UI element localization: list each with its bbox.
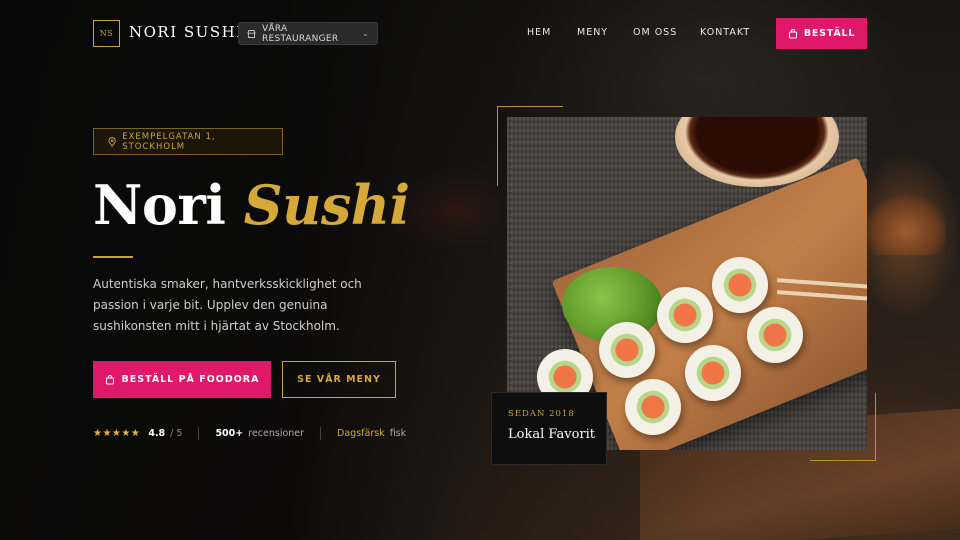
logo-text[interactable]: NORI SUSHI (129, 23, 244, 41)
rating-value: 4.8 (148, 427, 166, 439)
nav-item-kontakt[interactable]: KONTAKT (700, 27, 750, 38)
nav-item-om-oss[interactable]: OM OSS (633, 27, 677, 38)
site-header: NS NORI SUSHI VÅRA RESTAURANGER ⌄ HEM ME… (0, 0, 960, 66)
rating-max: / 5 (170, 427, 183, 439)
rating-stars: ★★★★★ (93, 427, 141, 439)
location-pin-icon (108, 136, 116, 147)
sushi-roll (657, 287, 713, 343)
badge-since: SEDAN 2018 (508, 409, 575, 419)
order-foodora-button[interactable]: BESTÄLL PÅ FOODORA (93, 361, 271, 398)
stats-separator (198, 426, 200, 440)
order-foodora-label: BESTÄLL PÅ FOODORA (121, 374, 260, 385)
since-badge: SEDAN 2018 Lokal Favorit (491, 392, 607, 465)
stats-row: ★★★★★ 4.8 / 5 500+ recensioner Dagsfärsk… (93, 426, 406, 440)
nav-item-meny[interactable]: MENY (577, 27, 608, 38)
fresh-highlight: Dagsfärsk (337, 427, 385, 439)
sushi-roll (625, 379, 681, 435)
restaurants-dropdown[interactable]: VÅRA RESTAURANGER ⌄ (238, 22, 378, 45)
hero-title-main: Nori (93, 173, 244, 237)
review-count: 500+ (215, 427, 244, 439)
see-menu-button[interactable]: SE VÅR MENY (282, 361, 396, 398)
sushi-roll (712, 257, 768, 313)
bag-icon (105, 374, 114, 384)
nav-item-hem[interactable]: HEM (527, 27, 551, 38)
hero-description: Autentiska smaker, hantverksskicklighet … (93, 277, 362, 333)
sushi-roll (685, 345, 741, 401)
sushi-roll (747, 307, 803, 363)
badge-title: Lokal Favorit (508, 427, 596, 442)
fresh-label: fisk (389, 427, 407, 439)
order-button-label: BESTÄLL (803, 28, 856, 39)
restaurants-dropdown-label: VÅRA RESTAURANGER (261, 23, 339, 44)
sushi-roll (599, 322, 655, 378)
address-badge: EXEMPELGATAN 1, STOCKHOLM (93, 128, 283, 155)
review-label: recensioner (248, 427, 305, 439)
hero-title-accent: Sushi (243, 173, 410, 237)
store-icon (247, 29, 256, 38)
address-text: EXEMPELGATAN 1, STOCKHOLM (122, 131, 216, 152)
chevron-down-icon: ⌄ (361, 29, 369, 38)
bag-icon (788, 28, 797, 38)
title-divider (93, 256, 133, 258)
order-button[interactable]: BESTÄLL (776, 18, 867, 49)
stats-separator (320, 426, 322, 440)
logo-mark[interactable]: NS (93, 20, 120, 47)
hero-title: Nori Sushi (93, 172, 410, 238)
